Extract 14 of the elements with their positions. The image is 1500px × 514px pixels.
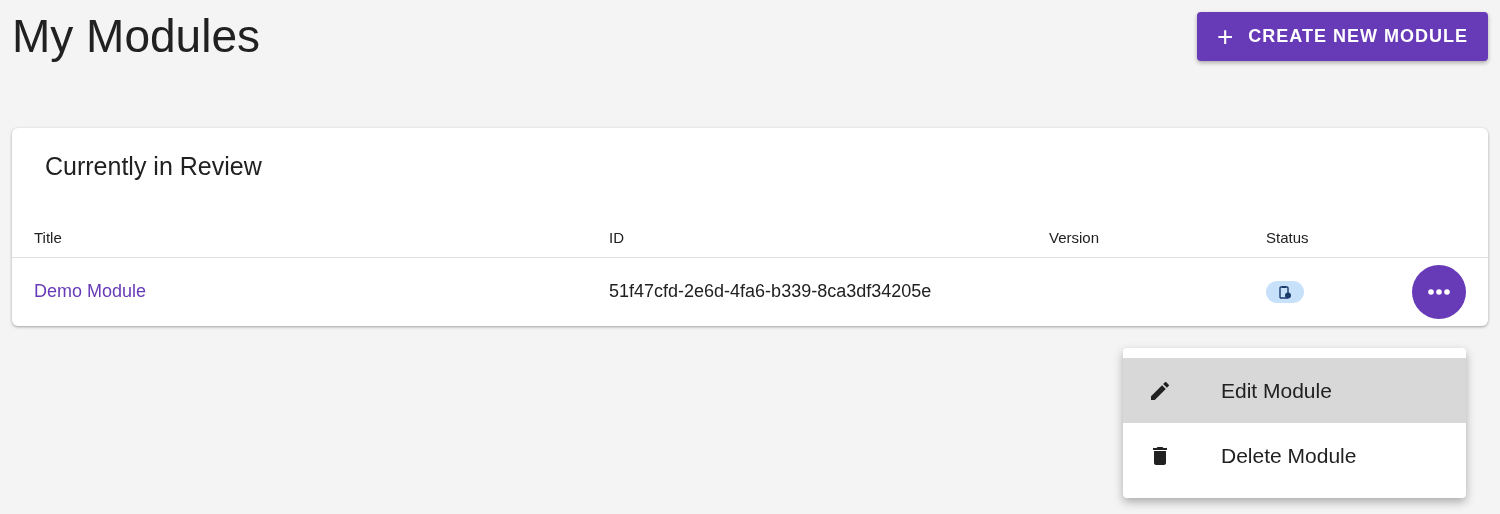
module-link[interactable]: Demo Module bbox=[34, 278, 609, 305]
table-cell-text: 51f47cfd-2e6d-4fa6-b339-8ca3df34205e bbox=[609, 280, 933, 303]
column-header: ID bbox=[609, 227, 625, 248]
column-header: Version bbox=[1049, 227, 1101, 248]
clipboard-clock-icon bbox=[1278, 284, 1292, 299]
menu-item[interactable]: Edit Module bbox=[1123, 358, 1466, 423]
column-header: Title bbox=[34, 227, 63, 248]
card-title: Currently in Review bbox=[45, 151, 262, 182]
page-title: My Modules bbox=[12, 11, 260, 61]
column-header: Status bbox=[1266, 227, 1310, 248]
more-icon bbox=[1428, 288, 1450, 295]
create-module-button[interactable]: + CREATE NEW MODULE bbox=[1196, 12, 1488, 61]
more-button[interactable] bbox=[1412, 264, 1466, 319]
menu-item[interactable]: Delete Module bbox=[1123, 423, 1466, 488]
